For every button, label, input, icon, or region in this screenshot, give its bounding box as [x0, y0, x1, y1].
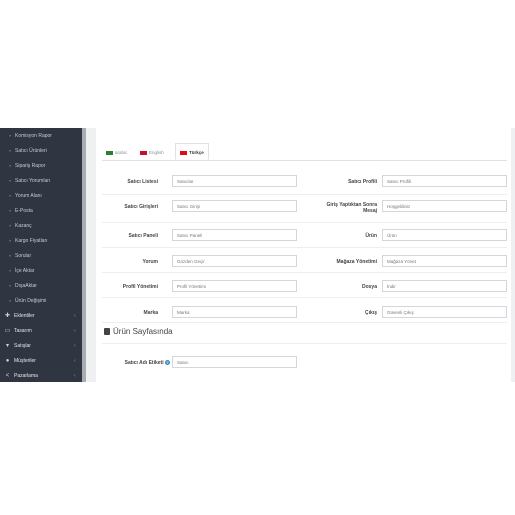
settings-panel: arabic English Türkçe Satıcı Listesi Sat… — [96, 128, 511, 382]
sidebar-item-satici-yorumlari[interactable]: » Satıcı Yorumları — [0, 174, 82, 188]
uk-flag-icon — [140, 150, 147, 155]
giris-sonra-mesaj-label: Giriş Yaptıktan Sonra Mesaj — [326, 202, 377, 214]
dosya-input[interactable] — [382, 280, 507, 292]
satici-paneli-input[interactable] — [172, 229, 297, 241]
row-divider — [102, 247, 507, 248]
sidebar-item-siparis-rapor[interactable]: » Sipariş Rapor — [0, 159, 82, 173]
sidebar-item-musteriler[interactable]: ● Müşteriler ‹ — [0, 354, 82, 368]
bullet-icon: » — [9, 298, 12, 303]
sidebar-item-yorum-alani[interactable]: » Yorum Alanı — [0, 189, 82, 203]
sidebar-item-urun-degisimi[interactable]: » Ürün Değişimi — [0, 294, 82, 308]
sidebar-item-e-posta[interactable]: » E-Posta — [0, 204, 82, 218]
chevron-left-icon: ‹ — [74, 358, 76, 364]
row-divider — [102, 222, 507, 223]
yorum-input[interactable] — [172, 255, 297, 267]
cart-icon: ▾ — [5, 343, 9, 349]
marka-input[interactable] — [172, 306, 297, 318]
urun-sayfasinda-heading: Ürün Sayfasında — [104, 327, 173, 337]
language-tabs: arabic English Türkçe — [102, 143, 507, 161]
magaza-yonetimi-input[interactable] — [382, 255, 507, 267]
chevron-left-icon: ‹ — [74, 313, 76, 319]
row-divider — [102, 322, 507, 323]
section-divider — [102, 343, 507, 344]
sidebar-item-satislar[interactable]: ▾ Satışlar ‹ — [0, 339, 82, 353]
satici-listesi-input[interactable] — [172, 175, 297, 187]
profil-yonetimi-label: Profil Yönetimi — [122, 284, 158, 290]
chevron-left-icon: ‹ — [74, 328, 76, 334]
share-icon: < — [5, 373, 10, 379]
giris-sonra-mesaj-input[interactable] — [382, 200, 507, 212]
bullet-icon: » — [9, 268, 12, 273]
bullet-icon: » — [9, 163, 12, 168]
satici-profili-label: Satıcı Profili — [348, 179, 377, 185]
sidebar-item-tasarim[interactable]: ▭ Tasarım ‹ — [0, 324, 82, 338]
satici-girisleri-label: Satıcı Girişleri — [124, 204, 158, 210]
tab-turkce[interactable]: Türkçe — [175, 143, 209, 160]
tab-arabic[interactable]: arabic — [106, 146, 127, 160]
magaza-yonetimi-label: Mağaza Yönetimi — [336, 259, 377, 265]
sidebar-item-kazanc[interactable]: » Kazanç — [0, 219, 82, 233]
sidebar-item-disa-aktar[interactable]: » DışaAktar — [0, 279, 82, 293]
bullet-icon: » — [9, 148, 12, 153]
satici-girisleri-input[interactable] — [172, 200, 297, 212]
sidebar-item-satici-urunleri[interactable]: » Satıcı Ürünleri — [0, 144, 82, 158]
urun-label: Ürün — [365, 233, 377, 239]
satici-listesi-label: Satıcı Listesi — [127, 179, 158, 185]
main-content: arabic English Türkçe Satıcı Listesi Sat… — [86, 128, 515, 382]
satici-adi-etiketi-input[interactable] — [172, 356, 297, 368]
sidebar-item-kargo-fiyatlari[interactable]: » Kargo Fiyatları — [0, 234, 82, 248]
bullet-icon: » — [9, 208, 12, 213]
bullet-icon: » — [9, 193, 12, 198]
satici-paneli-label: Satıcı Paneli — [128, 233, 158, 239]
cikis-label: Çıkış — [365, 310, 377, 316]
sidebar-item-ice-aktar[interactable]: » İçe Aktar — [0, 264, 82, 278]
chevron-left-icon: ‹ — [74, 343, 76, 349]
book-icon — [104, 328, 110, 335]
puzzle-icon: ✚ — [4, 313, 11, 319]
satici-adi-etiketi-label: Satıcı Adı Etiketi ? — [124, 360, 170, 366]
bullet-icon: » — [9, 283, 12, 288]
admin-screenshot: » Komisyon Rapor » Satıcı Ürünleri » Sipari… — [0, 128, 515, 382]
user-icon: ● — [5, 358, 10, 364]
bullet-icon: » — [9, 223, 12, 228]
sidebar: » Komisyon Rapor » Satıcı Ürünleri » Sipari… — [0, 128, 86, 382]
sidebar-item-komisyon-rapor[interactable]: » Komisyon Rapor — [0, 129, 82, 143]
tab-english[interactable]: English — [140, 146, 164, 160]
urun-input[interactable] — [382, 229, 507, 241]
sidebar-item-pazarlama[interactable]: < Pazarlama ‹ — [0, 369, 82, 382]
help-icon[interactable]: ? — [165, 360, 170, 366]
turkey-flag-icon — [180, 150, 187, 155]
profil-yonetimi-input[interactable] — [172, 280, 297, 292]
dosya-label: Dosya — [361, 284, 377, 290]
row-divider — [102, 297, 507, 298]
sidebar-item-eklentiler[interactable]: ✚ Eklentiler ‹ — [0, 309, 82, 323]
bullet-icon: » — [9, 178, 12, 183]
sidebar-item-sorular[interactable]: » Sorular — [0, 249, 82, 263]
saudi-flag-icon — [106, 150, 113, 155]
cikis-input[interactable] — [382, 306, 507, 318]
marka-label: Marka — [143, 310, 158, 316]
row-divider — [102, 272, 507, 273]
row-divider — [102, 194, 507, 195]
bullet-icon: » — [9, 238, 12, 243]
monitor-icon: ▭ — [4, 328, 11, 334]
bullet-icon: » — [9, 133, 12, 138]
chevron-left-icon: ‹ — [74, 373, 76, 379]
yorum-label: Yorum — [142, 259, 158, 265]
bullet-icon: » — [9, 253, 12, 258]
satici-profili-input[interactable] — [382, 175, 507, 187]
